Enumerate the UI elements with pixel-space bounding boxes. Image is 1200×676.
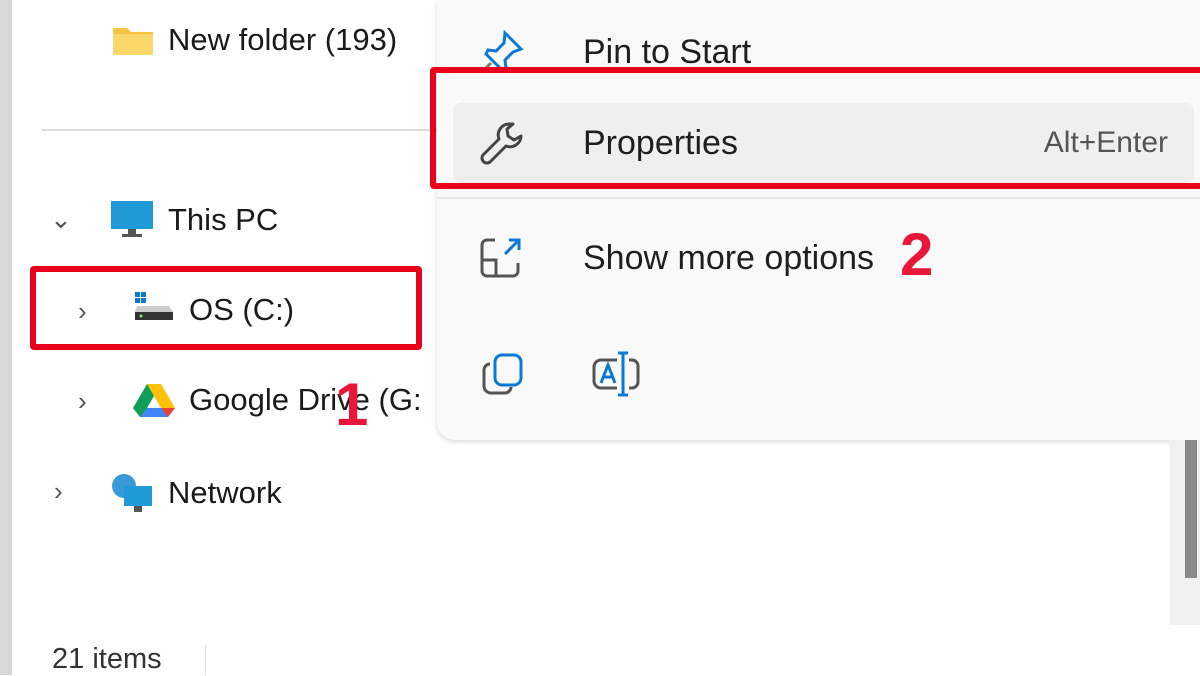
open-external-icon — [480, 238, 521, 278]
context-menu: Pin to Start Properties Alt+Enter Show m… — [437, 0, 1200, 440]
menu-label: Pin to Start — [583, 32, 752, 71]
nav-label: Google Drive (G: — [189, 382, 422, 417]
nav-item-new-folder[interactable]: New folder (193) — [112, 22, 397, 58]
status-divider — [205, 645, 206, 675]
nav-item-this-pc[interactable]: This PC — [110, 200, 278, 240]
divider — [42, 129, 442, 131]
status-item-count: 21 items — [52, 643, 162, 675]
nav-label: Network — [168, 475, 282, 510]
window-edge — [0, 0, 12, 675]
network-icon — [112, 474, 152, 512]
menu-label: Show more options — [583, 238, 875, 277]
rename-icon — [592, 351, 640, 397]
nav-label: New folder (193) — [168, 22, 398, 57]
google-drive-icon — [133, 384, 175, 417]
copy-icon — [482, 353, 523, 395]
highlight-box-os-c — [30, 266, 422, 350]
chevron-right-icon[interactable]: › — [78, 386, 87, 417]
step-badge-1: 1 — [335, 371, 369, 438]
highlight-box-properties — [430, 67, 1200, 189]
copy-button[interactable] — [481, 352, 525, 401]
chevron-right-icon[interactable]: › — [54, 476, 63, 507]
nav-label: This PC — [168, 202, 279, 237]
scrollbar-thumb[interactable] — [1185, 440, 1197, 578]
menu-item-show-more-options[interactable]: Show more options — [453, 218, 1200, 298]
menu-separator — [437, 197, 1200, 199]
rename-button[interactable] — [591, 350, 641, 403]
monitor-icon — [111, 201, 153, 237]
step-badge-2: 2 — [900, 221, 934, 288]
nav-item-network[interactable]: Network — [110, 472, 282, 514]
chevron-down-icon[interactable]: ⌄ — [50, 204, 72, 235]
folder-icon — [113, 28, 153, 55]
nav-item-google-drive[interactable]: Google Drive (G: — [133, 382, 422, 418]
